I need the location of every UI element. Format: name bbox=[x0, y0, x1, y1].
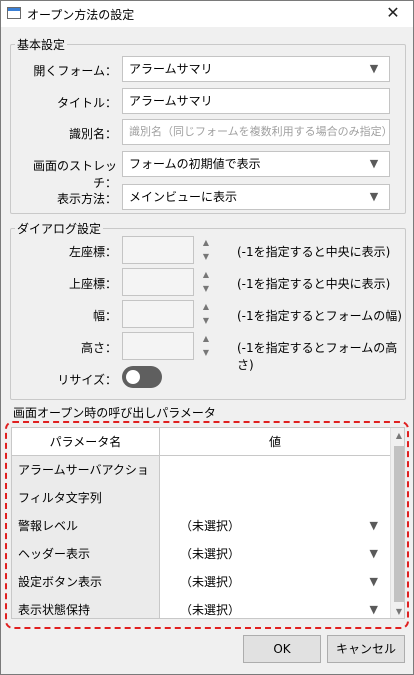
basic-settings-title: 基本設定 bbox=[15, 36, 68, 53]
table-row[interactable]: フィルタ文字列 bbox=[12, 484, 390, 512]
param-name-cell: 表示状態保持 bbox=[12, 596, 160, 618]
width-input[interactable] bbox=[122, 300, 194, 328]
scroll-thumb[interactable] bbox=[394, 446, 404, 602]
col-header-name[interactable]: パラメータ名 bbox=[12, 428, 160, 456]
chevron-down-icon[interactable]: ▼ bbox=[370, 596, 378, 618]
table-row[interactable]: 設定ボタン表示 （未選択） ▼ bbox=[12, 568, 390, 596]
param-value-text: （未選択） bbox=[180, 575, 241, 589]
spin-down-icon[interactable]: ▼ bbox=[194, 346, 218, 360]
window-icon bbox=[7, 7, 21, 19]
chevron-down-icon[interactable]: ▼ bbox=[370, 568, 378, 596]
param-value-cell[interactable]: （未選択） ▼ bbox=[160, 568, 390, 596]
dialog-window: オープン方法の設定 ✕ 基本設定 開くフォーム： アラームサマリ ▼ タイトル：… bbox=[0, 0, 414, 675]
stretch-value: フォームの初期値で表示 bbox=[129, 157, 261, 171]
toggle-knob bbox=[126, 370, 140, 384]
top-coord-spinner[interactable]: ▲ ▼ bbox=[122, 268, 220, 296]
top-coord-label: 上座標： bbox=[68, 277, 117, 291]
spin-down-icon[interactable]: ▼ bbox=[194, 250, 218, 264]
chevron-down-icon: ▼ bbox=[369, 157, 379, 170]
spinner-buttons: ▲ ▼ bbox=[194, 268, 218, 296]
window-title: オープン方法の設定 bbox=[27, 8, 135, 22]
spin-up-icon[interactable]: ▲ bbox=[194, 332, 218, 346]
spin-up-icon[interactable]: ▲ bbox=[194, 300, 218, 314]
spin-up-icon[interactable]: ▲ bbox=[194, 236, 218, 250]
params-section-title: 画面オープン時の呼び出しパラメータ bbox=[13, 406, 216, 420]
param-value-cell[interactable]: （未選択） ▼ bbox=[160, 512, 390, 540]
chevron-down-icon[interactable]: ▼ bbox=[370, 512, 378, 540]
close-icon[interactable]: ✕ bbox=[383, 3, 403, 23]
table-row[interactable]: アラームサーバアクション bbox=[12, 456, 390, 505]
top-coord-hint: (-1を指定すると中央に表示) bbox=[237, 277, 391, 291]
ok-button[interactable]: OK bbox=[243, 635, 321, 663]
title-label: タイトル： bbox=[56, 96, 117, 110]
param-value-cell[interactable] bbox=[160, 456, 390, 484]
param-name-cell: ヘッダー表示 bbox=[12, 540, 160, 568]
top-coord-input[interactable] bbox=[122, 268, 194, 296]
open-form-label: 開くフォーム： bbox=[33, 64, 117, 78]
param-value-cell[interactable]: （未選択） ▼ bbox=[160, 596, 390, 618]
height-spinner[interactable]: ▲ ▼ bbox=[122, 332, 220, 360]
identifier-label: 識別名： bbox=[68, 127, 117, 141]
width-spinner[interactable]: ▲ ▼ bbox=[122, 300, 220, 328]
table-header: パラメータ名 値 bbox=[12, 428, 390, 456]
param-value-text: （未選択） bbox=[180, 603, 241, 617]
param-value-cell[interactable] bbox=[160, 484, 390, 512]
table-row[interactable]: 警報レベル （未選択） ▼ bbox=[12, 512, 390, 540]
table-row[interactable]: ヘッダー表示 （未選択） ▼ bbox=[12, 540, 390, 568]
title-bar: オープン方法の設定 ✕ bbox=[1, 1, 413, 27]
height-label: 高さ： bbox=[80, 341, 117, 355]
identifier-input[interactable]: 識別名（同じフォームを複数利用する場合のみ指定） bbox=[122, 119, 390, 145]
display-method-label: 表示方法： bbox=[56, 192, 117, 206]
left-coord-label: 左座標： bbox=[68, 245, 117, 259]
open-form-value: アラームサマリ bbox=[129, 62, 213, 76]
left-coord-hint: (-1を指定すると中央に表示) bbox=[237, 245, 391, 259]
left-coord-input[interactable] bbox=[122, 236, 194, 264]
col-header-value[interactable]: 値 bbox=[160, 428, 390, 456]
stretch-label: 画面のストレッチ： bbox=[32, 159, 117, 190]
scroll-down-icon[interactable]: ▼ bbox=[391, 604, 404, 618]
height-input[interactable] bbox=[122, 332, 194, 360]
chevron-down-icon: ▼ bbox=[369, 62, 379, 75]
left-coord-spinner[interactable]: ▲ ▼ bbox=[122, 236, 220, 264]
param-name-cell: アラームサーバアクション bbox=[12, 456, 160, 505]
display-method-value: メインビューに表示 bbox=[129, 190, 238, 204]
height-hint: (-1を指定するとフォームの高さ) bbox=[237, 341, 398, 372]
spinner-buttons: ▲ ▼ bbox=[194, 332, 218, 360]
open-form-select[interactable]: アラームサマリ ▼ bbox=[122, 56, 390, 82]
param-name-cell: 設定ボタン表示 bbox=[12, 568, 160, 596]
spin-down-icon[interactable]: ▼ bbox=[194, 314, 218, 328]
chevron-down-icon[interactable]: ▼ bbox=[370, 540, 378, 568]
spinner-buttons: ▲ ▼ bbox=[194, 236, 218, 264]
table-row[interactable]: 表示状態保持 （未選択） ▼ bbox=[12, 596, 390, 618]
param-value-cell[interactable]: （未選択） ▼ bbox=[160, 540, 390, 568]
scroll-up-icon[interactable]: ▲ bbox=[391, 428, 404, 444]
width-hint: (-1を指定するとフォームの幅) bbox=[237, 309, 402, 323]
chevron-down-icon: ▼ bbox=[369, 190, 379, 203]
spin-down-icon[interactable]: ▼ bbox=[194, 282, 218, 296]
dialog-settings-title: ダイアログ設定 bbox=[15, 220, 104, 237]
resize-toggle[interactable] bbox=[122, 366, 162, 388]
resize-label: リサイズ： bbox=[57, 373, 117, 387]
param-name-cell: フィルタ文字列 bbox=[12, 484, 160, 512]
title-input[interactable]: アラームサマリ bbox=[122, 88, 390, 114]
params-table: パラメータ名 値 アラームサーバアクションフィルタ文字列警報レベル（未選択）▼ヘ… bbox=[11, 427, 405, 619]
spin-up-icon[interactable]: ▲ bbox=[194, 268, 218, 282]
display-method-select[interactable]: メインビューに表示 ▼ bbox=[122, 184, 390, 210]
vertical-scrollbar[interactable]: ▲ ▼ bbox=[390, 428, 404, 618]
stretch-select[interactable]: フォームの初期値で表示 ▼ bbox=[122, 151, 390, 177]
param-value-text: （未選択） bbox=[180, 519, 241, 533]
param-value-text: （未選択） bbox=[180, 547, 241, 561]
spinner-buttons: ▲ ▼ bbox=[194, 300, 218, 328]
cancel-button[interactable]: キャンセル bbox=[327, 635, 405, 663]
width-label: 幅： bbox=[92, 309, 117, 323]
param-name-cell: 警報レベル bbox=[12, 512, 160, 540]
